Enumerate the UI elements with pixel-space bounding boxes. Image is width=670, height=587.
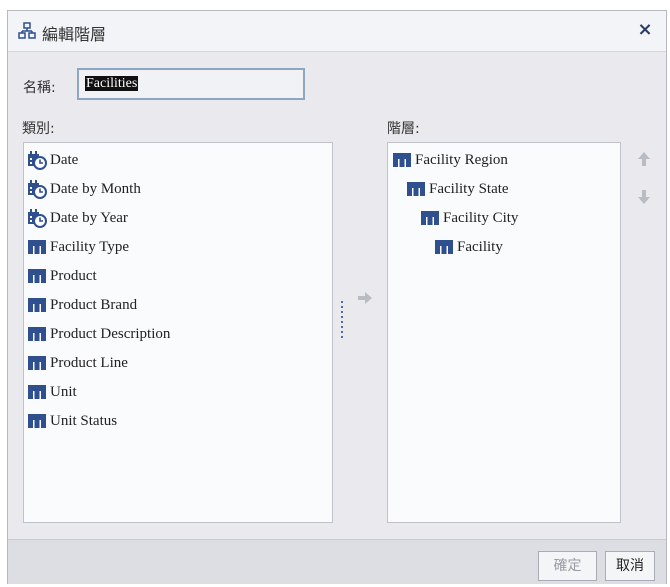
name-label: 名稱: [23,80,56,96]
calendar-clock-icon [27,150,47,170]
ok-button[interactable]: 確定 [538,551,597,581]
category-item[interactable]: Unit Status [27,410,117,432]
hierarchy-item[interactable]: Facility [434,236,503,258]
category-icon [27,382,47,402]
hierarchy-icon [18,22,36,39]
dialog-titlebar: 編輯階層 × [8,11,666,52]
category-icon [27,353,47,373]
hierarchy-item-label: Facility [457,238,503,255]
hierarchy-label: 階層: [387,121,420,137]
cancel-button[interactable]: 取消 [605,551,655,581]
category-item-label: Date by Month [50,180,141,197]
category-item-label: Date [50,151,79,168]
category-icon [27,411,47,431]
category-icon [27,295,47,315]
category-item-label: Product Description [50,325,171,342]
category-item-label: Product [50,267,97,284]
hierarchy-item[interactable]: Facility Region [392,149,508,171]
category-item-label: Product Brand [50,296,138,313]
name-input-value: Facilities [85,76,139,91]
category-icon [434,237,454,257]
category-item-label: Unit [50,383,77,400]
category-icon [27,324,47,344]
move-down-arrow-icon[interactable] [637,189,651,205]
category-item-label: Facility Type [50,238,130,255]
category-item[interactable]: Unit [27,381,77,403]
name-input[interactable]: Facilities [77,68,305,100]
category-item[interactable]: Product Line [27,352,128,374]
category-item-label: Date by Year [50,209,128,226]
hierarchy-list[interactable]: Facility Region Facility State Facility Ci… [387,142,621,523]
edit-hierarchy-dialog: 編輯階層 × 名稱: Facilities 類別: 階層: Date Date b… [7,10,667,584]
category-icon [420,208,440,228]
category-item[interactable]: Product Brand [27,294,137,316]
dialog-title: 編輯階層 [42,25,107,44]
move-up-arrow-icon[interactable] [637,151,651,167]
hierarchy-item[interactable]: Facility State [406,178,509,200]
calendar-clock-icon [27,179,47,199]
panel-splitter[interactable] [340,301,344,341]
dialog-footer: 確定 取消 [8,539,666,584]
category-item[interactable]: Date by Year [27,207,128,229]
add-to-hierarchy-arrow-icon[interactable] [357,290,373,306]
category-icon [27,266,47,286]
hierarchy-item[interactable]: Facility City [420,207,518,229]
hierarchy-item-label: Facility Region [415,151,508,168]
category-item[interactable]: Facility Type [27,236,129,258]
close-icon: × [637,19,653,40]
category-item-label: Product Line [50,354,128,371]
category-icon [392,150,412,170]
category-icon [27,237,47,257]
category-icon [406,179,426,199]
category-item[interactable]: Date by Month [27,178,141,200]
hierarchy-item-label: Facility State [429,180,509,197]
categories-label: 類別: [22,121,55,137]
calendar-clock-icon [27,208,47,228]
category-item[interactable]: Date [27,149,78,171]
category-item[interactable]: Product [27,265,97,287]
hierarchy-item-label: Facility City [443,209,519,226]
close-button[interactable]: × [634,19,656,41]
categories-list[interactable]: Date Date by Month Date by Year Facility Ty… [23,142,333,523]
category-item[interactable]: Product Description [27,323,170,345]
category-item-label: Unit Status [50,412,118,429]
